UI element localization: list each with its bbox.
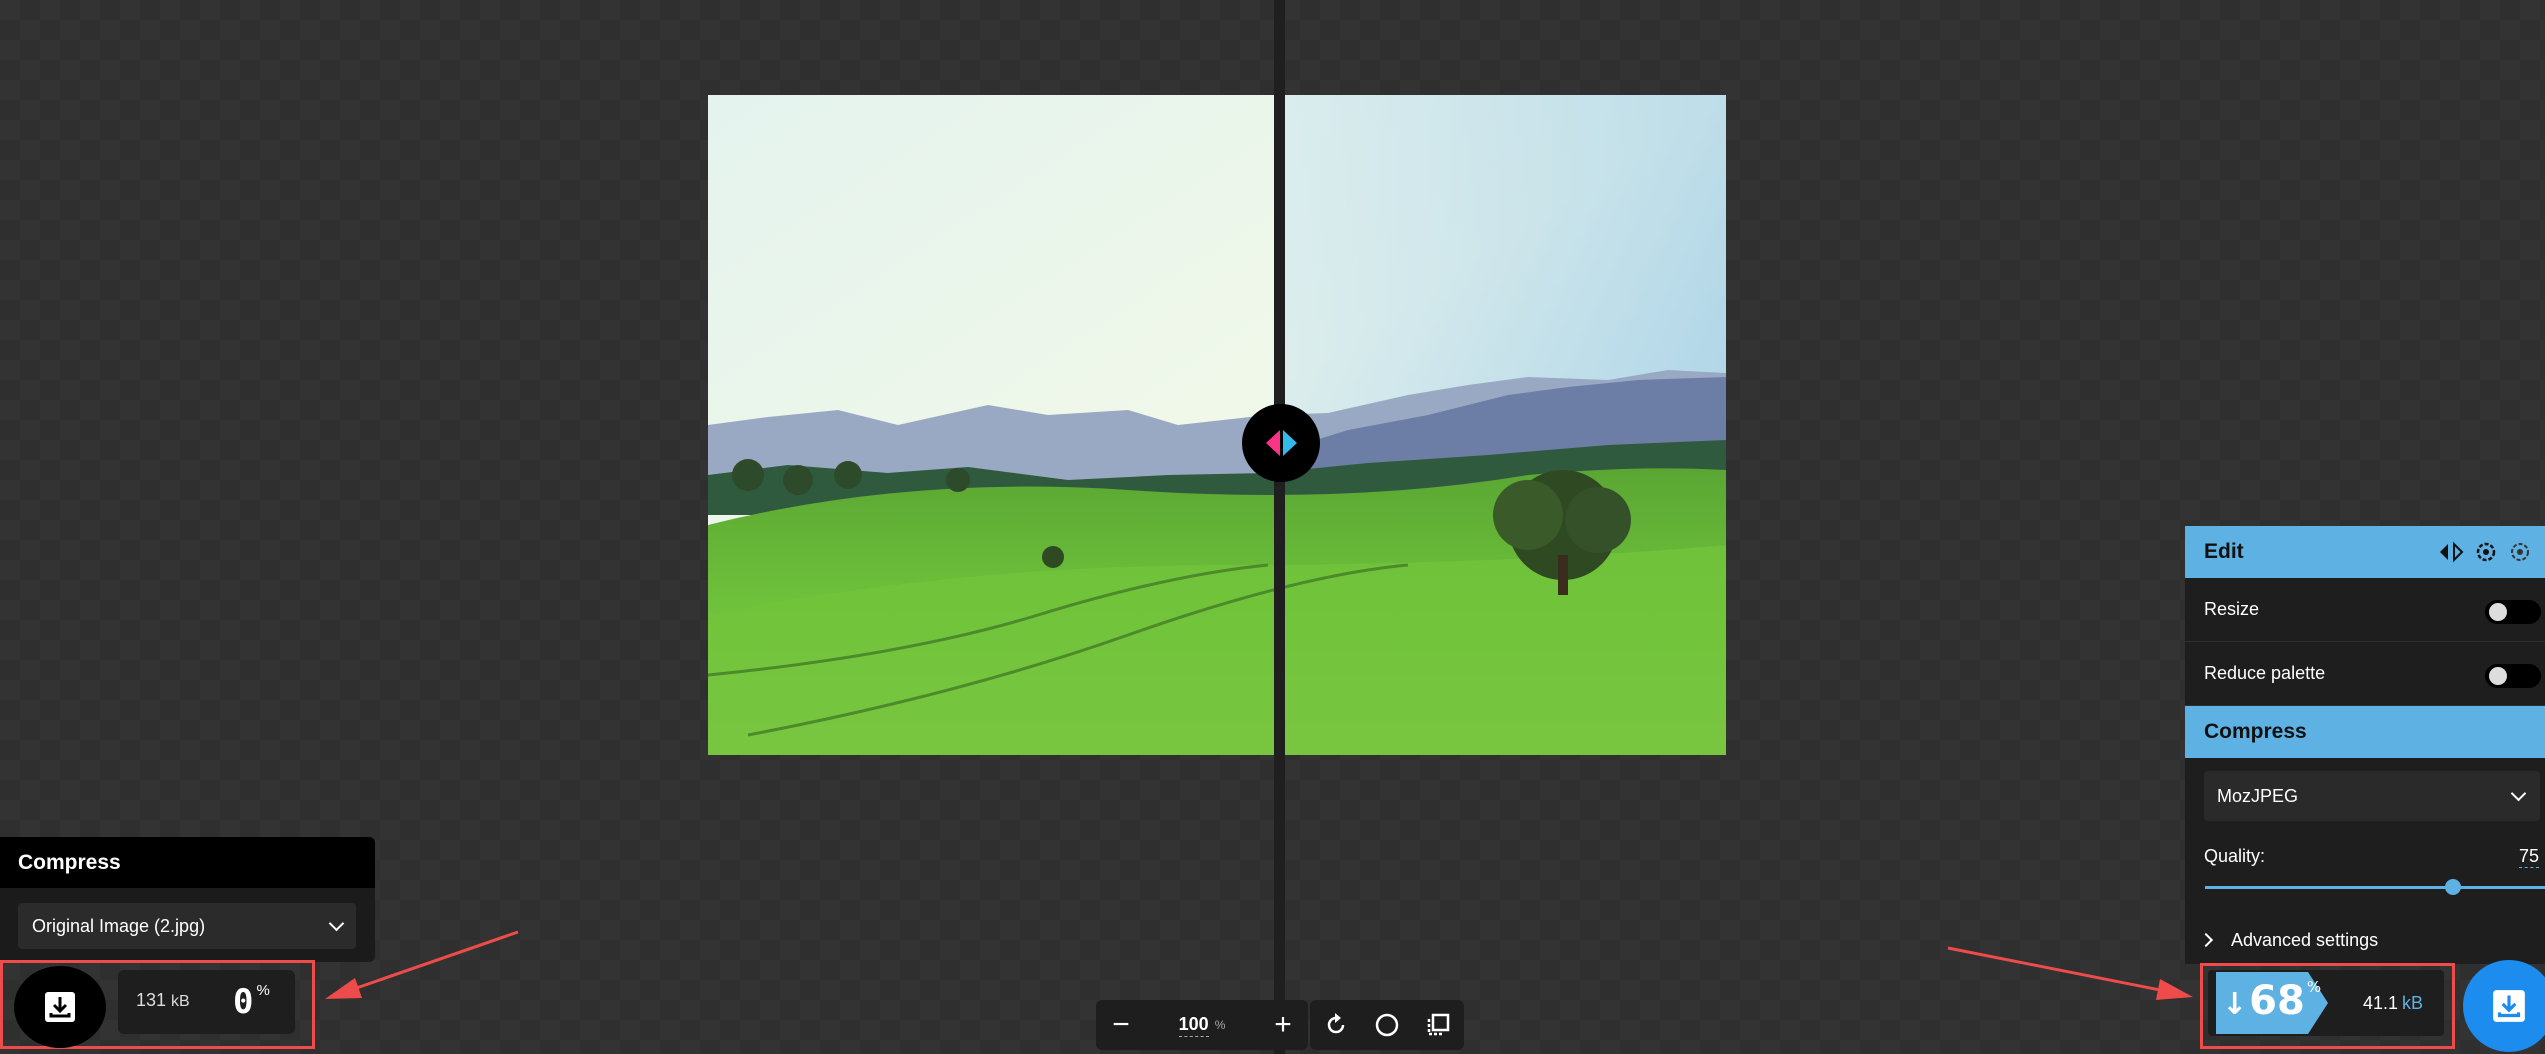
arrow-left-icon: [1265, 430, 1280, 456]
quality-input[interactable]: 75: [2519, 846, 2540, 868]
left-download-button[interactable]: [14, 966, 106, 1048]
left-percent-sign: %: [256, 982, 270, 999]
flip-compare-icon[interactable]: [2438, 541, 2464, 563]
codec-select[interactable]: MozJPEG: [2204, 771, 2540, 821]
size-reduction-badge: ↓68%: [2216, 972, 2328, 1034]
resize-label: Resize: [2204, 599, 2260, 619]
quality-slider[interactable]: [2205, 886, 2545, 889]
zoom-in-button[interactable]: +: [1258, 1000, 1308, 1050]
side-by-side-button[interactable]: [1413, 1000, 1463, 1050]
left-codec-select[interactable]: Original Image (2.jpg): [18, 903, 356, 949]
settings-icon[interactable]: [2474, 540, 2498, 564]
left-size-unit: kB: [171, 993, 190, 1010]
zoom-level[interactable]: 100 %: [1146, 1014, 1258, 1037]
left-size-value: 131: [136, 990, 167, 1010]
copy-settings-icon[interactable]: [2508, 540, 2532, 564]
right-options-panel: Edit Resize Reduce palette Compress MozJ…: [2185, 526, 2545, 964]
zoom-value: 100: [1178, 1014, 1209, 1037]
compress-section-header: Compress: [2185, 706, 2545, 758]
codec-value: MozJPEG: [2217, 785, 2299, 806]
quality-slider-thumb[interactable]: [2444, 879, 2461, 895]
reduction-sign: %: [2306, 978, 2322, 996]
right-size-unit: kB: [2402, 993, 2424, 1013]
reduction-value: 68: [2249, 978, 2305, 1024]
chevron-right-icon: [2198, 932, 2214, 948]
reduce-palette-row: Reduce palette: [2185, 642, 2545, 706]
image-preview[interactable]: [708, 95, 1726, 755]
comparison-divider[interactable]: [1274, 0, 1285, 1054]
rotate-icon: [1327, 1013, 1344, 1034]
resize-row: Resize: [2185, 578, 2545, 642]
left-codec-value: Original Image (2.jpg): [32, 915, 206, 936]
reduce-palette-toggle[interactable]: [2485, 664, 2541, 688]
comparison-slider-handle[interactable]: [1242, 404, 1320, 482]
arrow-right-icon: [1282, 430, 1297, 456]
zoom-unit: %: [1214, 1018, 1226, 1032]
quality-label: Quality:: [2204, 846, 2266, 866]
left-percent-value: 0: [233, 982, 254, 1022]
right-size-info: ↓68% 41.1 kB: [2208, 970, 2444, 1036]
advanced-settings-toggle[interactable]: Advanced settings: [2185, 916, 2545, 964]
reduction-arrow: ↓: [2222, 987, 2248, 1022]
zoom-controls: − 100 % +: [1096, 1000, 1308, 1050]
edit-section-header: Edit: [2185, 526, 2545, 578]
download-icon: [45, 992, 75, 1022]
reduce-palette-label: Reduce palette: [2204, 663, 2326, 683]
right-download-button[interactable]: [2463, 960, 2545, 1052]
download-icon: [2493, 990, 2525, 1022]
zoom-out-button[interactable]: −: [1096, 1000, 1146, 1050]
resize-toggle[interactable]: [2485, 600, 2541, 624]
view-controls: [1310, 1000, 1464, 1050]
right-size-value: 41.1: [2363, 993, 2399, 1013]
chevron-down-icon: [328, 915, 345, 932]
left-compress-heading: Compress: [0, 837, 375, 888]
left-options-panel: Compress Original Image (2.jpg): [0, 837, 375, 962]
layers-icon: [1428, 1013, 1450, 1036]
edit-heading: Edit: [2204, 540, 2244, 563]
circle-icon: [1375, 1013, 1399, 1037]
chevron-down-icon: [2510, 785, 2527, 802]
rotate-button[interactable]: [1311, 1000, 1361, 1050]
left-size-info: 131 kB 0%: [118, 970, 295, 1034]
compress-heading: Compress: [2204, 720, 2307, 743]
advanced-settings-label: Advanced settings: [2231, 929, 2379, 950]
background-toggle-button[interactable]: [1362, 1000, 1412, 1050]
